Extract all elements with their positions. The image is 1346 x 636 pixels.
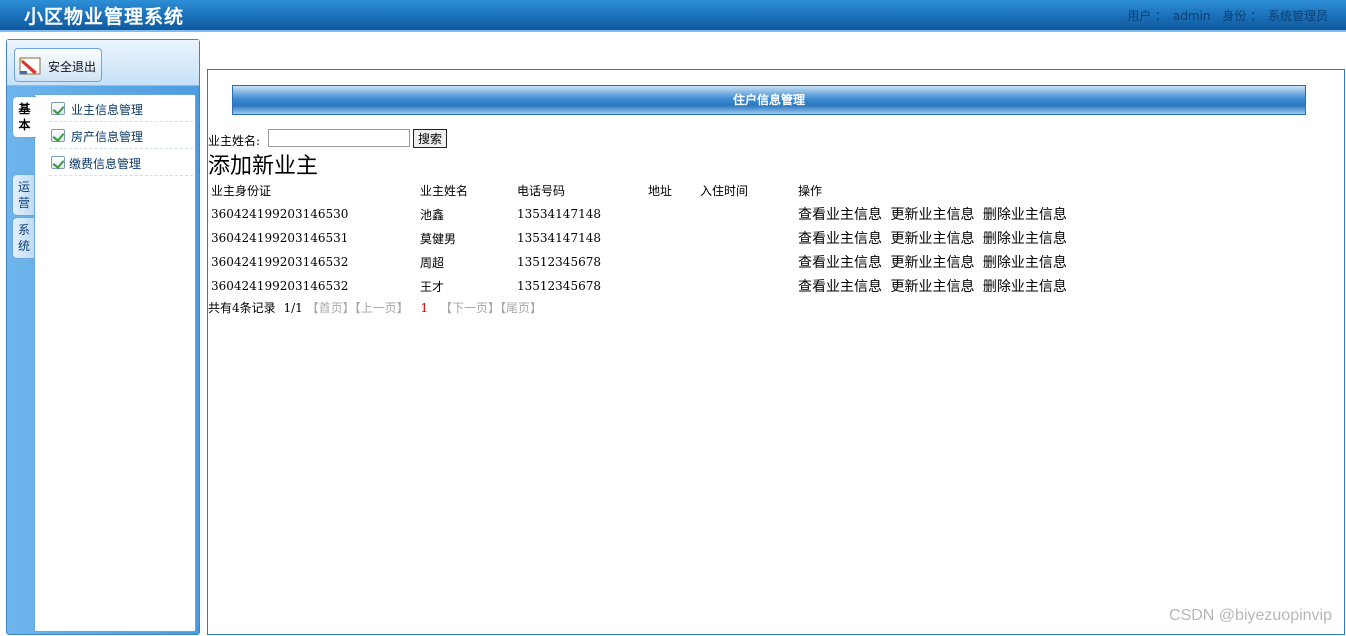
view-owner-link[interactable]: 查看业主信息 [798, 279, 882, 295]
current-page: 1 [420, 301, 429, 315]
tab-system-label: 系统 [18, 223, 31, 253]
cell-date [697, 202, 795, 226]
cell-name: 莫健男 [420, 231, 457, 246]
watermark: CSDN @biyezuopinvip [1169, 607, 1332, 624]
cell-address [645, 250, 697, 274]
update-owner-link[interactable]: 更新业主信息 [890, 207, 974, 223]
sidebar-item-owner-info[interactable]: 业主信息管理 [49, 96, 193, 122]
cell-phone: 13512345678 [517, 279, 601, 293]
role-label: 身份 ： [1222, 9, 1263, 23]
cell-address [645, 202, 697, 226]
owner-table: 业主身份证 业主姓名 电话号码 地址 入住时间 操作 3604241992031… [208, 178, 1115, 298]
cell-name: 池鑫 [420, 207, 445, 222]
search-input[interactable] [268, 129, 410, 147]
sidebar-toolbar: 安全退出 [7, 40, 199, 86]
tab-system[interactable]: 系统 [12, 217, 35, 259]
column-header: 入住时间 [700, 183, 749, 198]
view-owner-link[interactable]: 查看业主信息 [798, 231, 882, 247]
column-header: 业主姓名 [420, 183, 469, 198]
user-info: 用户 ： admin 身份 ： 系统管理员 [1125, 7, 1328, 24]
table-header-row: 业主身份证 业主姓名 电话号码 地址 入住时间 操作 [208, 178, 1115, 202]
checkbox-icon [51, 156, 65, 169]
next-page-link[interactable]: 【下一页】 [440, 301, 500, 315]
cell-id: 360424199203146532 [211, 279, 349, 293]
sidebar-item-property-info[interactable]: 房产信息管理 [49, 123, 193, 149]
table-row: 360424199203146532 周超 13512345678 查看业主信息… [208, 250, 1115, 274]
update-owner-link[interactable]: 更新业主信息 [890, 231, 974, 247]
cell-name: 周超 [420, 255, 445, 270]
last-page-link[interactable]: 【尾页】 [500, 301, 542, 315]
main-content: 住户信息管理 业主姓名: 搜索 添加新业主 业主身份证 业主姓名 电话号码 地址… [207, 69, 1345, 635]
pencil-icon [19, 57, 41, 75]
logout-button[interactable]: 安全退出 [14, 48, 102, 82]
column-header: 电话号码 [517, 183, 566, 198]
cell-actions: 查看业主信息 更新业主信息 删除业主信息 [795, 250, 1115, 274]
delete-owner-link[interactable]: 删除业主信息 [983, 279, 1067, 295]
cell-actions: 查看业主信息 更新业主信息 删除业主信息 [795, 274, 1115, 298]
user-name: admin [1172, 9, 1211, 23]
checkbox-icon [51, 102, 65, 115]
cell-id: 360424199203146531 [211, 231, 349, 245]
table-row: 360424199203146531 莫健男 13534147148 查看业主信… [208, 226, 1115, 250]
search-label: 业主姓名: [208, 134, 261, 148]
view-owner-link[interactable]: 查看业主信息 [798, 255, 882, 271]
cell-phone: 13512345678 [517, 255, 601, 269]
app-title: 小区物业管理系统 [24, 6, 185, 28]
column-header: 业主身份证 [211, 183, 272, 198]
panel-title: 住户信息管理 [232, 85, 1306, 115]
cell-name: 王才 [420, 279, 445, 294]
record-count: 共有4条记录 [208, 301, 276, 315]
cell-date [697, 274, 795, 298]
tab-basic-label: 基本 [18, 102, 31, 132]
sidebar: 安全退出 基本 运营 系统 业主信息管理 房产信息管理 缴费信息管理 [6, 39, 200, 635]
cell-address [645, 226, 697, 250]
column-header: 操作 [798, 183, 823, 198]
prev-page-link[interactable]: 【上一页】 [355, 301, 409, 315]
sidebar-item-label: 缴费信息管理 [69, 157, 142, 171]
cell-id: 360424199203146532 [211, 255, 349, 269]
logout-label: 安全退出 [48, 60, 97, 74]
cell-id: 360424199203146530 [211, 207, 349, 221]
tab-operations-label: 运营 [18, 180, 31, 210]
table-row: 360424199203146530 池鑫 13534147148 查看业主信息… [208, 202, 1115, 226]
table-row: 360424199203146532 王才 13512345678 查看业主信息… [208, 274, 1115, 298]
delete-owner-link[interactable]: 删除业主信息 [983, 207, 1067, 223]
top-header: 小区物业管理系统 用户 ： admin 身份 ： 系统管理员 [0, 0, 1346, 32]
add-owner-link[interactable]: 添加新业主 [208, 148, 318, 180]
view-owner-link[interactable]: 查看业主信息 [798, 207, 882, 223]
update-owner-link[interactable]: 更新业主信息 [890, 279, 974, 295]
column-header: 地址 [648, 183, 673, 198]
menu-panel: 业主信息管理 房产信息管理 缴费信息管理 [34, 94, 196, 632]
page-indicator: 1/1 [283, 301, 303, 315]
sidebar-item-label: 业主信息管理 [71, 103, 144, 117]
pagination: 共有4条记录 1/1 【首页】【上一页】 1 【下一页】【尾页】 [208, 299, 542, 316]
first-page-link[interactable]: 【首页】 [307, 301, 355, 315]
tab-basic[interactable]: 基本 [12, 96, 36, 138]
update-owner-link[interactable]: 更新业主信息 [890, 255, 974, 271]
cell-phone: 13534147148 [517, 231, 601, 245]
delete-owner-link[interactable]: 删除业主信息 [983, 231, 1067, 247]
delete-owner-link[interactable]: 删除业主信息 [983, 255, 1067, 271]
sidebar-item-label: 房产信息管理 [71, 130, 144, 144]
tab-operations[interactable]: 运营 [12, 174, 35, 216]
user-label: 用户 ： [1127, 9, 1168, 23]
cell-date [697, 226, 795, 250]
sidebar-item-payment-info[interactable]: 缴费信息管理 [49, 150, 193, 176]
cell-address [645, 274, 697, 298]
role-name: 系统管理员 [1267, 9, 1328, 23]
cell-phone: 13534147148 [517, 207, 601, 221]
cell-date [697, 250, 795, 274]
search-button[interactable]: 搜索 [413, 129, 447, 148]
cell-actions: 查看业主信息 更新业主信息 删除业主信息 [795, 202, 1115, 226]
cell-actions: 查看业主信息 更新业主信息 删除业主信息 [795, 226, 1115, 250]
checkbox-icon [51, 129, 65, 142]
